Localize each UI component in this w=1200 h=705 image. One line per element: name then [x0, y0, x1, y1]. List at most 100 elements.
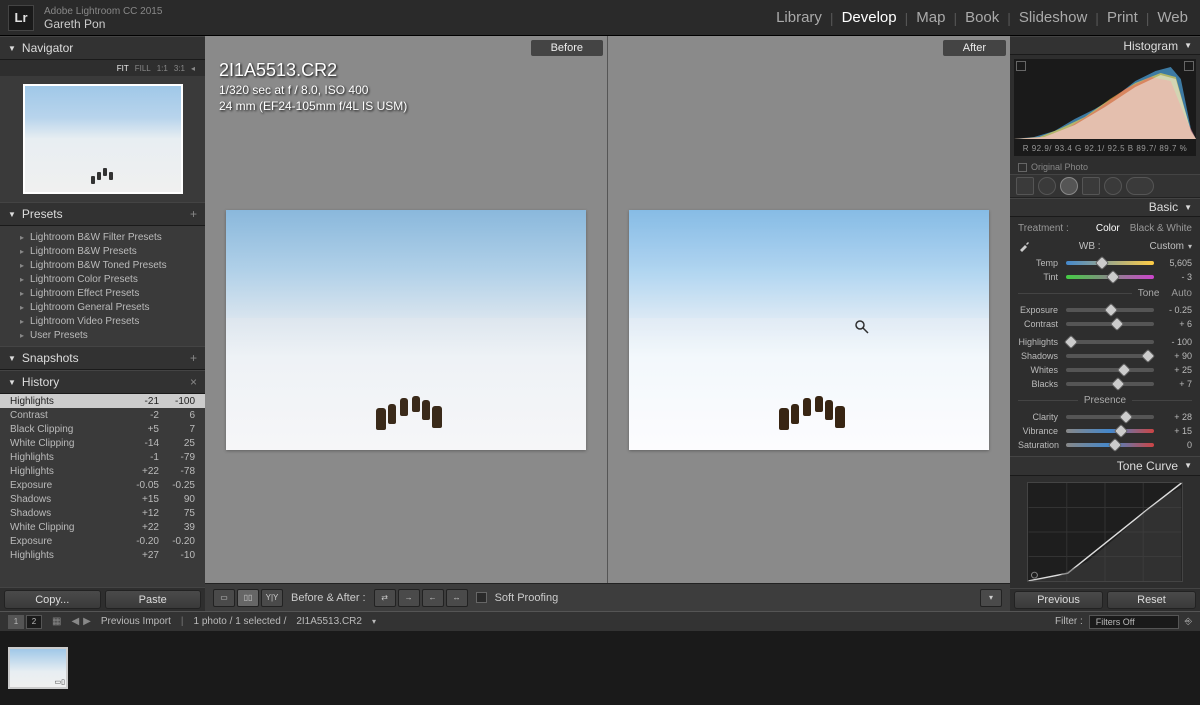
copy-before-to-after-button[interactable]: → [398, 589, 420, 607]
filmstrip[interactable]: ▭▯ [0, 631, 1200, 705]
before-pane[interactable]: Before 2I1A5513.CR2 1/320 sec at f / 8.0… [205, 36, 608, 583]
treatment-bw[interactable]: Black & White [1130, 223, 1192, 234]
filter-dropdown[interactable]: Filters Off [1089, 615, 1179, 629]
preset-folder[interactable]: Lightroom B&W Presets [0, 244, 205, 258]
basic-header[interactable]: Basic ▼ [1010, 198, 1200, 217]
snapshots-header[interactable]: ▼ Snapshots + [0, 346, 205, 370]
clip-shadow-icon[interactable] [1016, 61, 1026, 71]
loupe-view-button[interactable]: ▭ [213, 589, 235, 607]
paste-button[interactable]: Paste [105, 590, 202, 609]
forward-arrow-icon[interactable]: ▶ [83, 616, 91, 627]
whites-slider[interactable]: Whites+ 25 [1018, 363, 1192, 377]
blacks-slider[interactable]: Blacks+ 7 [1018, 377, 1192, 391]
module-book[interactable]: Book [961, 7, 1003, 28]
zoom-menu-icon[interactable]: ◂ [191, 64, 195, 73]
zoom-fit[interactable]: FIT [117, 64, 129, 73]
zoom-3-1[interactable]: 3:1 [174, 64, 185, 73]
copy-both-button[interactable]: ↔ [446, 589, 468, 607]
preset-folder[interactable]: Lightroom B&W Toned Presets [0, 258, 205, 272]
wb-eyedropper-icon[interactable] [1018, 240, 1030, 252]
history-row[interactable]: White Clipping+2239 [0, 520, 205, 534]
module-slideshow[interactable]: Slideshow [1015, 7, 1091, 28]
history-row[interactable]: Highlights-21-100 [0, 394, 205, 408]
module-library[interactable]: Library [772, 7, 826, 28]
treatment-color[interactable]: Color [1096, 223, 1120, 234]
toolbar-menu-button[interactable]: ▾ [980, 589, 1002, 607]
history-row[interactable]: Highlights-1-79 [0, 450, 205, 464]
tone-curve-header[interactable]: Tone Curve ▼ [1010, 456, 1200, 475]
graduated-filter-tool[interactable] [1082, 177, 1100, 195]
vibrance-slider[interactable]: Vibrance+ 15 [1018, 424, 1192, 438]
swap-before-after-button[interactable]: ⇄ [374, 589, 396, 607]
redeye-tool[interactable] [1060, 177, 1078, 195]
original-photo-checkbox[interactable] [1018, 163, 1027, 172]
original-photo-row[interactable]: Original Photo [1010, 160, 1200, 174]
auto-tone-button[interactable]: Auto [1165, 288, 1192, 299]
copy-button[interactable]: Copy... [4, 590, 101, 609]
preset-folder[interactable]: Lightroom B&W Filter Presets [0, 230, 205, 244]
zoom-1-1[interactable]: 1:1 [157, 64, 168, 73]
after-pane[interactable]: After [608, 36, 1010, 583]
history-row[interactable]: Shadows+1590 [0, 492, 205, 506]
preset-folder[interactable]: Lightroom Color Presets [0, 272, 205, 286]
soft-proof-checkbox[interactable] [476, 592, 487, 603]
navigator-body[interactable] [0, 76, 205, 202]
tone-curve-canvas[interactable] [1027, 482, 1183, 582]
module-map[interactable]: Map [912, 7, 949, 28]
copy-after-to-before-button[interactable]: ← [422, 589, 444, 607]
histogram-body[interactable]: R 92.9/ 93.4 G 92.1/ 92.5 B 89.7/ 89.7 % [1014, 59, 1196, 156]
previous-button[interactable]: Previous [1014, 591, 1103, 609]
history-row[interactable]: Highlights+22-78 [0, 464, 205, 478]
module-web[interactable]: Web [1153, 7, 1192, 28]
history-row[interactable]: Exposure-0.05-0.25 [0, 478, 205, 492]
history-row[interactable]: Contrast-26 [0, 408, 205, 422]
wb-dropdown-icon[interactable]: ▾ [1188, 242, 1192, 251]
temp-slider[interactable]: Temp5,605 [1018, 256, 1192, 270]
source-label[interactable]: Previous Import [101, 616, 171, 627]
presets-header[interactable]: ▼ Presets + [0, 202, 205, 226]
wb-value[interactable]: Custom [1150, 241, 1184, 252]
history-row[interactable]: White Clipping-1425 [0, 436, 205, 450]
preset-folder[interactable]: User Presets [0, 328, 205, 342]
tint-slider[interactable]: Tint- 3 [1018, 270, 1192, 284]
preset-folder[interactable]: Lightroom Effect Presets [0, 286, 205, 300]
adjustment-brush-tool[interactable] [1126, 177, 1154, 195]
preset-folder[interactable]: Lightroom General Presets [0, 300, 205, 314]
highlights-slider[interactable]: Highlights- 100 [1018, 335, 1192, 349]
clarity-slider[interactable]: Clarity+ 28 [1018, 410, 1192, 424]
module-develop[interactable]: Develop [838, 7, 901, 28]
crop-tool[interactable] [1016, 177, 1034, 195]
grid-toggle-icon[interactable]: ▦ [52, 616, 61, 627]
history-row[interactable]: Black Clipping+57 [0, 422, 205, 436]
add-preset-icon[interactable]: + [190, 207, 197, 221]
history-row[interactable]: Highlights+27-10 [0, 548, 205, 562]
preset-folder[interactable]: Lightroom Video Presets [0, 314, 205, 328]
reset-button[interactable]: Reset [1107, 591, 1196, 609]
before-after-label: Before & After : [291, 592, 366, 604]
shadows-slider[interactable]: Shadows+ 90 [1018, 349, 1192, 363]
clip-highlight-icon[interactable] [1184, 61, 1194, 71]
navigator-thumbnail[interactable] [23, 84, 183, 194]
histogram-header[interactable]: Histogram ▼ [1010, 36, 1200, 55]
breadcrumb-menu-icon[interactable]: ▾ [372, 617, 376, 626]
back-arrow-icon[interactable]: ◀ [71, 616, 79, 627]
clear-history-icon[interactable]: × [190, 375, 197, 389]
exposure-slider[interactable]: Exposure- 0.25 [1018, 303, 1192, 317]
before-after-side-button[interactable]: ▯▯ [237, 589, 259, 607]
display-2-button[interactable]: 2 [26, 615, 42, 629]
saturation-slider[interactable]: Saturation0 [1018, 438, 1192, 452]
filmstrip-thumbnail[interactable]: ▭▯ [8, 647, 68, 689]
spot-removal-tool[interactable] [1038, 177, 1056, 195]
module-print[interactable]: Print [1103, 7, 1142, 28]
radial-filter-tool[interactable] [1104, 177, 1122, 195]
display-1-button[interactable]: 1 [8, 615, 24, 629]
add-snapshot-icon[interactable]: + [190, 351, 197, 365]
zoom-fill[interactable]: FILL [135, 64, 151, 73]
navigator-header[interactable]: ▼ Navigator [0, 36, 205, 60]
contrast-slider[interactable]: Contrast+ 6 [1018, 317, 1192, 331]
history-header[interactable]: ▼ History × [0, 370, 205, 394]
before-after-split-button[interactable]: Y|Y [261, 589, 283, 607]
filter-lock-icon[interactable]: ⎆ [1185, 616, 1192, 627]
history-row[interactable]: Shadows+1275 [0, 506, 205, 520]
history-row[interactable]: Exposure-0.20-0.20 [0, 534, 205, 548]
